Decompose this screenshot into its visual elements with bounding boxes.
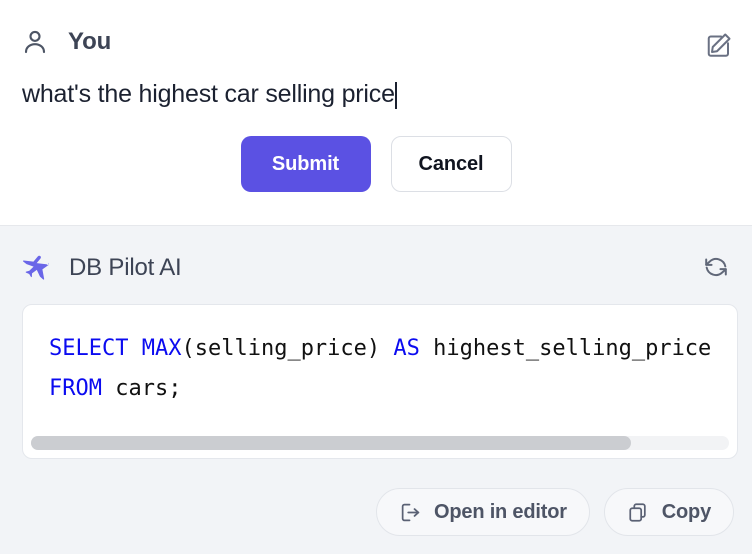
open-in-editor-icon	[399, 501, 422, 524]
user-icon	[20, 27, 50, 57]
airplane-icon	[20, 252, 52, 284]
copy-icon	[627, 501, 650, 524]
chat-panel: You what's the highest car selling price…	[0, 0, 752, 554]
sql-token: MAX	[141, 336, 182, 361]
copy-label: Copy	[661, 500, 711, 523]
code-action-buttons: Open in editor Copy	[376, 488, 734, 536]
user-message-header: You	[20, 22, 732, 62]
sql-code-line: FROM cars;	[49, 369, 737, 409]
ai-response-section: DB Pilot AI SELECT MAX(selling_price) AS…	[0, 226, 752, 554]
ai-response-author: DB Pilot AI	[69, 254, 182, 281]
sql-code-line: SELECT MAX(selling_price) AS highest_sel…	[49, 329, 737, 369]
sql-token: FROM	[49, 376, 102, 401]
sql-code-block[interactable]: SELECT MAX(selling_price) AS highest_sel…	[22, 304, 738, 459]
prompt-input[interactable]: what's the highest car selling price	[20, 74, 732, 114]
user-message-section: You what's the highest car selling price…	[0, 0, 752, 226]
sql-token: AS	[393, 336, 420, 361]
text-cursor-caret	[394, 81, 397, 109]
ai-response-header: DB Pilot AI	[18, 248, 734, 288]
submit-button[interactable]: Submit	[240, 136, 371, 192]
sql-token: (selling_price)	[181, 336, 394, 361]
copy-button[interactable]: Copy	[603, 488, 734, 536]
open-in-editor-button[interactable]: Open in editor	[376, 488, 590, 536]
prompt-input-value: what's the highest car selling price	[22, 79, 395, 108]
open-in-editor-label: Open in editor	[434, 500, 567, 523]
code-scrollbar-thumb[interactable]	[31, 436, 631, 450]
sql-token: SELECT	[49, 336, 129, 361]
prompt-action-buttons: Submit Cancel	[20, 136, 732, 192]
sql-token: highest_selling_price	[419, 336, 712, 361]
edit-message-icon[interactable]	[704, 30, 734, 60]
user-message-author: You	[68, 28, 112, 55]
cancel-button[interactable]: Cancel	[390, 136, 512, 192]
sql-token: cars;	[101, 376, 182, 401]
sql-code-text: SELECT MAX(selling_price) AS highest_sel…	[23, 305, 737, 409]
refresh-icon[interactable]	[702, 253, 730, 281]
